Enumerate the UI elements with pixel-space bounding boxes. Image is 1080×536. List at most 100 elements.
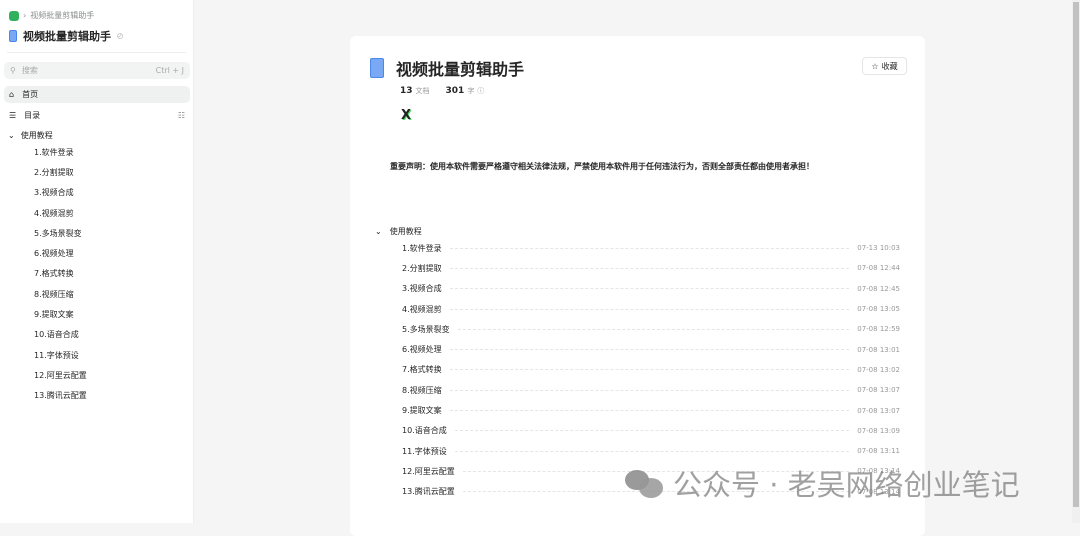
doc-row[interactable]: 6.视频处理 07-08 13:01: [375, 339, 900, 359]
doc-title[interactable]: 11.字体预设: [402, 446, 447, 457]
doc-time: 07-08 13:07: [857, 386, 900, 395]
sidebar-doc-item[interactable]: 9.提取文案: [8, 304, 87, 324]
doc-count: 13: [400, 86, 413, 96]
doc-title[interactable]: 9.提取文案: [402, 405, 442, 416]
notice-text: 重要声明：使用本软件需要严格遵守相关法律法规，严禁使用本软件用于任何违法行为，否…: [390, 162, 814, 171]
toc-label: 目录: [24, 111, 41, 120]
scrollbar[interactable]: [1072, 0, 1080, 523]
doc-time: 07-08 13:02: [857, 365, 900, 374]
breadcrumb-item[interactable]: 视频批量剪辑助手: [30, 10, 94, 21]
leader-line: [449, 410, 850, 412]
search-placeholder: 搜索: [21, 66, 38, 75]
info-icon[interactable]: ⓘ: [477, 87, 484, 95]
sidebar-doc-item[interactable]: 12.阿里云配置: [8, 365, 87, 385]
sidebar-item-toc[interactable]: ☰ 目录 ☷: [4, 107, 190, 124]
doc-row[interactable]: 2.分割提取 07-08 12:44: [375, 258, 900, 278]
app-logo-icon: [9, 10, 19, 21]
sidebar-doc-item[interactable]: 10.语音合成: [8, 325, 87, 345]
sidebar-item-home[interactable]: ⌂ 首页: [4, 86, 190, 103]
doc-title[interactable]: 8.视频压缩: [402, 385, 442, 396]
search-icon: ⚲: [10, 66, 16, 75]
doc-title[interactable]: 10.语音合成: [402, 425, 447, 436]
search-shortcut: Ctrl + J: [155, 66, 184, 75]
word-count: 301: [445, 86, 465, 96]
leader-line: [454, 430, 850, 432]
doc-row[interactable]: 11.字体预设 07-08 13:11: [375, 441, 900, 461]
doc-row[interactable]: 7.格式转换 07-08 13:02: [375, 360, 900, 380]
leader-line: [457, 328, 850, 330]
scrollbar-thumb[interactable]: [1073, 2, 1079, 507]
sidebar-doc-item[interactable]: 3.视频合成: [8, 183, 87, 203]
leader-line: [449, 247, 850, 249]
info-icon[interactable]: ◴: [117, 32, 123, 40]
list-icon: ☰: [9, 111, 17, 120]
sidebar-doc-item[interactable]: 4.视频混剪: [8, 203, 87, 223]
book-header: 视频批量剪辑助手 ◴: [9, 28, 123, 44]
sidebar-doc-item[interactable]: 13.腾讯云配置: [8, 386, 87, 406]
breadcrumb[interactable]: › 视频批量剪辑助手: [9, 10, 94, 21]
doc-row[interactable]: 4.视频混剪 07-08 13:05: [375, 299, 900, 319]
leader-line: [449, 369, 850, 371]
doc-row[interactable]: 9.提取文案 07-08 13:07: [375, 400, 900, 420]
watermark-text: 公众号 · 老吴网络创业笔记: [673, 468, 1020, 502]
book-stats: 13 文档 301 字 ⓘ: [400, 86, 484, 96]
toc-toggle-icon[interactable]: ☷: [178, 111, 185, 120]
favorite-button[interactable]: ☆ 收藏: [862, 57, 907, 75]
doc-row[interactable]: 10.语音合成 07-08 13:09: [375, 421, 900, 441]
doc-title[interactable]: 4.视频混剪: [402, 304, 442, 315]
doc-group[interactable]: ⌄ 使用教程: [375, 224, 900, 238]
toc-group[interactable]: ⌄ 使用教程: [8, 128, 87, 142]
page-title: 视频批量剪辑助手: [370, 56, 524, 80]
toc-group-label: 使用教程: [20, 130, 53, 140]
doc-time: 07-08 13:01: [857, 345, 900, 354]
doc-list: ⌄ 使用教程 1.软件登录 07-13 10:03 2.分割提取 07-08 12:44…: [375, 224, 900, 502]
doc-row[interactable]: 5.多场景裂变 07-08 12:59: [375, 319, 900, 339]
watermark: 公众号 · 老吴网络创业笔记: [625, 462, 1020, 504]
sidebar-doc-item[interactable]: 5.多场景裂变: [8, 223, 87, 243]
doc-time: 07-08 13:11: [857, 447, 900, 456]
favorite-label: 收藏: [881, 61, 898, 71]
doc-row[interactable]: 1.软件登录 07-13 10:03: [375, 238, 900, 258]
doc-title[interactable]: 13.腾讯云配置: [402, 486, 455, 497]
chevron-right-icon: ›: [23, 11, 27, 20]
doc-group-label: 使用教程: [389, 226, 422, 236]
book-card: 视频批量剪辑助手 ☆ 收藏 13 文档 301 字 ⓘ X 重要声明：使用本软件需要严格…: [350, 36, 925, 536]
doc-row[interactable]: 3.视频合成 07-08 12:45: [375, 279, 900, 299]
leader-line: [449, 349, 850, 351]
doc-time: 07-08 13:09: [857, 426, 900, 435]
sidebar: › 视频批量剪辑助手 视频批量剪辑助手 ◴ ⚲ 搜索 Ctrl + J ⌂ 首页 ☰ 目录 ☷…: [0, 0, 194, 523]
search-input[interactable]: ⚲ 搜索 Ctrl + J: [4, 62, 190, 79]
word-label: 字: [467, 87, 475, 95]
page-title-text: 视频批量剪辑助手: [396, 60, 525, 79]
sidebar-doc-item[interactable]: 8.视频压缩: [8, 284, 87, 304]
doc-title[interactable]: 1.软件登录: [402, 243, 442, 254]
doc-title[interactable]: 6.视频处理: [402, 344, 442, 355]
leader-line: [449, 389, 850, 391]
leader-line: [449, 288, 850, 290]
home-icon: ⌂: [9, 90, 15, 99]
sidebar-doc-item[interactable]: 11.字体预设: [8, 345, 87, 365]
chevron-down-icon: ⌄: [8, 130, 15, 140]
x-logo-image: X: [401, 108, 412, 123]
doc-title[interactable]: 7.格式转换: [402, 364, 442, 375]
doc-title[interactable]: 5.多场景裂变: [402, 324, 450, 335]
sidebar-doc-item[interactable]: 6.视频处理: [8, 243, 87, 263]
wechat-icon: [625, 468, 665, 498]
doc-title[interactable]: 12.阿里云配置: [402, 466, 455, 477]
doc-row[interactable]: 8.视频压缩 07-08 13:07: [375, 380, 900, 400]
divider: [7, 52, 186, 53]
doc-title[interactable]: 2.分割提取: [402, 263, 442, 274]
toc-tree: ⌄ 使用教程 1.软件登录 2.分割提取 3.视频合成 4.视频混剪 5.多场景裂变 6.视…: [8, 128, 87, 406]
doc-time: 07-13 10:03: [857, 244, 900, 253]
chevron-down-icon: ⌄: [375, 226, 382, 236]
doc-title[interactable]: 3.视频合成: [402, 283, 442, 294]
sidebar-doc-item[interactable]: 2.分割提取: [8, 162, 87, 182]
book-icon: [9, 30, 17, 42]
doc-time: 07-08 12:45: [857, 284, 900, 293]
sidebar-doc-item[interactable]: 1.软件登录: [8, 142, 87, 162]
sidebar-doc-item[interactable]: 7.格式转换: [8, 264, 87, 284]
doc-time: 07-08 13:07: [857, 406, 900, 415]
doc-label: 文档: [415, 87, 430, 95]
book-icon: [370, 58, 384, 78]
doc-time: 07-08 13:05: [857, 305, 900, 314]
